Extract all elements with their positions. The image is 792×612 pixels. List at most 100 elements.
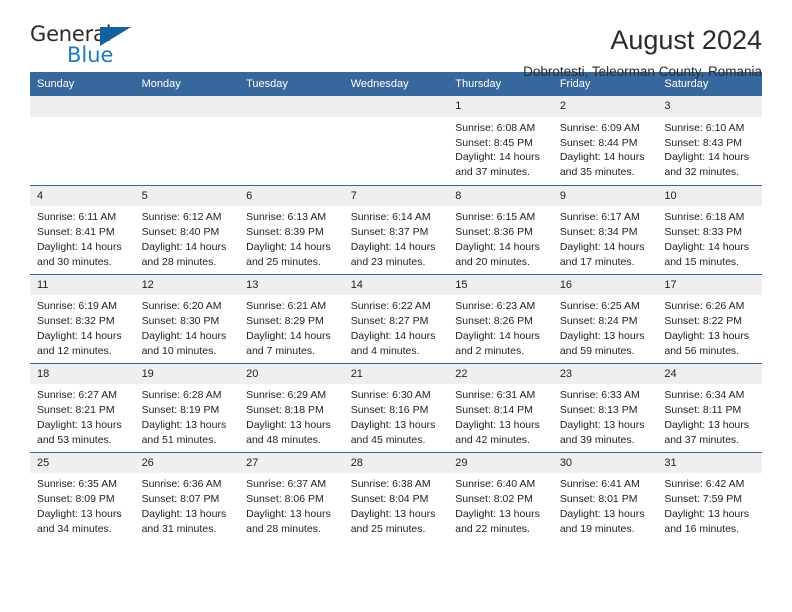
calendar-day-cell[interactable]: 7 Sunrise: 6:14 AM Sunset: 8:37 PM Daylight…: [343, 184, 449, 274]
calendar-day-cell[interactable]: 10 Sunrise: 6:18 AM Sunset: 8:33 PM Dayligh…: [657, 184, 762, 274]
calendar-day-cell[interactable]: 25 Sunrise: 6:35 AM Sunset: 8:09 PM Dayligh…: [30, 451, 135, 541]
daylight-text-line2: and 4 minutes.: [350, 344, 420, 357]
calendar-page: General Blue August 2024 Dobrotesti, Tel…: [0, 0, 792, 612]
calendar-day-cell[interactable]: 4 Sunrise: 6:11 AM Sunset: 8:41 PM Daylight…: [30, 184, 135, 274]
calendar-day-cell[interactable]: 12 Sunrise: 6:20 AM Sunset: 8:30 PM Dayligh…: [134, 273, 240, 363]
sunset-text: Sunset: 8:44 PM: [559, 136, 638, 149]
daylight-text-line1: Daylight: 13 hours: [350, 418, 436, 431]
calendar-day-cell[interactable]: 28 Sunrise: 6:38 AM Sunset: 8:04 PM Dayligh…: [343, 451, 449, 541]
sunrise-text: Sunrise: 6:26 AM: [664, 300, 745, 313]
calendar-day-cell[interactable]: 31 Sunrise: 6:42 AM Sunset: 7:59 PM Dayligh…: [657, 451, 762, 541]
calendar-day-cell[interactable]: [134, 96, 240, 185]
calendar-day-cell[interactable]: 20 Sunrise: 6:29 AM Sunset: 8:18 PM Dayligh…: [239, 362, 344, 452]
sunrise-text: Sunrise: 6:37 AM: [246, 478, 327, 491]
sunrise-text: Sunrise: 6:40 AM: [455, 478, 536, 491]
day-details: Sunrise: 6:26 AM Sunset: 8:22 PM Daylight:…: [657, 295, 762, 359]
daylight-text-line1: Daylight: 14 hours: [559, 240, 645, 253]
calendar-day-cell[interactable]: 2 Sunrise: 6:09 AM Sunset: 8:44 PM Daylight…: [552, 96, 658, 185]
sunset-text: Sunset: 8:32 PM: [37, 315, 115, 328]
day-details: Sunrise: 6:20 AM Sunset: 8:30 PM Daylight:…: [135, 295, 240, 359]
day-details: Sunrise: 6:10 AM Sunset: 8:43 PM Daylight:…: [657, 117, 762, 181]
calendar-day-cell[interactable]: 15 Sunrise: 6:23 AM Sunset: 8:26 PM Dayligh…: [448, 273, 553, 363]
day-details: Sunrise: 6:36 AM Sunset: 8:07 PM Daylight:…: [135, 473, 240, 537]
weekday-header-wednesday: Wednesday: [343, 72, 449, 96]
sunrise-text: Sunrise: 6:15 AM: [455, 211, 536, 224]
sunrise-text: Sunrise: 6:42 AM: [664, 478, 745, 491]
calendar-day-cell[interactable]: 3 Sunrise: 6:10 AM Sunset: 8:43 PM Daylight…: [657, 96, 762, 185]
calendar-day-cell[interactable]: 26 Sunrise: 6:36 AM Sunset: 8:07 PM Dayligh…: [134, 451, 240, 541]
daylight-text-line1: Daylight: 14 hours: [141, 329, 227, 342]
calendar-day-cell[interactable]: 18 Sunrise: 6:27 AM Sunset: 8:21 PM Dayligh…: [30, 362, 135, 452]
day-details: Sunrise: 6:31 AM Sunset: 8:14 PM Daylight:…: [448, 384, 553, 448]
calendar-day-cell[interactable]: 29 Sunrise: 6:40 AM Sunset: 8:02 PM Dayligh…: [448, 451, 553, 541]
daylight-text-line1: Daylight: 13 hours: [141, 507, 227, 520]
sunrise-text: Sunrise: 6:22 AM: [350, 300, 431, 313]
day-number: 28: [343, 452, 449, 474]
calendar-day-cell[interactable]: 11 Sunrise: 6:19 AM Sunset: 8:32 PM Dayligh…: [30, 273, 135, 363]
day-details: Sunrise: 6:22 AM Sunset: 8:27 PM Daylight:…: [344, 295, 449, 359]
daylight-text-line1: Daylight: 13 hours: [664, 507, 750, 520]
day-details: Sunrise: 6:15 AM Sunset: 8:36 PM Daylight:…: [448, 206, 553, 270]
calendar-day-cell[interactable]: 14 Sunrise: 6:22 AM Sunset: 8:27 PM Dayligh…: [343, 273, 449, 363]
calendar-day-cell[interactable]: 17 Sunrise: 6:26 AM Sunset: 8:22 PM Dayligh…: [657, 273, 762, 363]
calendar-day-cell[interactable]: 19 Sunrise: 6:28 AM Sunset: 8:19 PM Dayligh…: [134, 362, 240, 452]
sunrise-text: Sunrise: 6:19 AM: [37, 300, 117, 313]
day-details: Sunrise: 6:29 AM Sunset: 8:18 PM Daylight:…: [239, 384, 344, 448]
day-number: 10: [657, 185, 762, 207]
calendar-day-cell[interactable]: 8 Sunrise: 6:15 AM Sunset: 8:36 PM Daylight…: [448, 184, 553, 274]
calendar-day-cell[interactable]: 27 Sunrise: 6:37 AM Sunset: 8:06 PM Dayligh…: [239, 451, 344, 541]
daylight-text-line1: Daylight: 14 hours: [664, 240, 750, 253]
daylight-text-line2: and 10 minutes.: [141, 344, 217, 357]
sunset-text: Sunset: 8:07 PM: [141, 493, 220, 506]
calendar-day-cell[interactable]: 13 Sunrise: 6:21 AM Sunset: 8:29 PM Dayligh…: [239, 273, 344, 363]
day-number: 17: [657, 274, 762, 296]
calendar-day-cell[interactable]: 16 Sunrise: 6:25 AM Sunset: 8:24 PM Dayligh…: [552, 273, 658, 363]
daylight-text-line1: Daylight: 13 hours: [559, 418, 645, 431]
sunrise-text: Sunrise: 6:12 AM: [141, 211, 222, 224]
calendar-day-cell[interactable]: 1 Sunrise: 6:08 AM Sunset: 8:45 PM Daylight…: [448, 96, 553, 185]
day-number: 9: [552, 185, 658, 207]
daylight-text-line1: Daylight: 13 hours: [350, 507, 436, 520]
calendar-day-cell[interactable]: 21 Sunrise: 6:30 AM Sunset: 8:16 PM Dayligh…: [343, 362, 449, 452]
calendar-day-cell[interactable]: [239, 96, 344, 185]
calendar-day-cell[interactable]: [30, 96, 135, 185]
calendar-day-cell[interactable]: 30 Sunrise: 6:41 AM Sunset: 8:01 PM Dayligh…: [552, 451, 658, 541]
calendar-day-cell[interactable]: [343, 96, 449, 185]
brand-name-blue: Blue: [67, 43, 114, 67]
daylight-text-line2: and 25 minutes.: [350, 522, 426, 535]
sunset-text: Sunset: 8:40 PM: [141, 226, 220, 239]
sunset-text: Sunset: 8:14 PM: [455, 404, 533, 417]
sunset-text: Sunset: 8:37 PM: [350, 226, 429, 239]
daylight-text-line2: and 22 minutes.: [455, 522, 530, 535]
day-number: [343, 96, 449, 117]
sunrise-text: Sunrise: 6:17 AM: [559, 211, 640, 224]
calendar-day-cell[interactable]: 22 Sunrise: 6:31 AM Sunset: 8:14 PM Dayligh…: [448, 362, 553, 452]
day-details: Sunrise: 6:28 AM Sunset: 8:19 PM Daylight:…: [135, 384, 240, 448]
daylight-text-line1: Daylight: 13 hours: [559, 329, 645, 342]
calendar-day-cell[interactable]: 9 Sunrise: 6:17 AM Sunset: 8:34 PM Daylight…: [552, 184, 658, 274]
sunrise-text: Sunrise: 6:27 AM: [37, 389, 117, 402]
calendar-day-cell[interactable]: 5 Sunrise: 6:12 AM Sunset: 8:40 PM Daylight…: [134, 184, 240, 274]
sunset-text: Sunset: 8:19 PM: [141, 404, 220, 417]
brand-logo[interactable]: General Blue: [30, 24, 150, 70]
daylight-text-line2: and 12 minutes.: [37, 344, 112, 357]
daylight-text-line2: and 19 minutes.: [559, 522, 635, 535]
weekday-header-monday: Monday: [134, 72, 240, 96]
calendar-day-cell[interactable]: 6 Sunrise: 6:13 AM Sunset: 8:39 PM Daylight…: [239, 184, 344, 274]
day-details: Sunrise: 6:42 AM Sunset: 7:59 PM Daylight:…: [657, 473, 762, 537]
day-number: 11: [30, 274, 135, 296]
sunrise-text: Sunrise: 6:14 AM: [350, 211, 431, 224]
sunrise-text: Sunrise: 6:29 AM: [246, 389, 327, 402]
day-number: [134, 96, 240, 117]
daylight-text-line1: Daylight: 14 hours: [246, 329, 331, 342]
day-details: Sunrise: 6:38 AM Sunset: 8:04 PM Daylight:…: [344, 473, 449, 537]
calendar-day-cell[interactable]: 23 Sunrise: 6:33 AM Sunset: 8:13 PM Dayligh…: [552, 362, 658, 452]
daylight-text-line1: Daylight: 13 hours: [664, 418, 750, 431]
sunrise-text: Sunrise: 6:18 AM: [664, 211, 745, 224]
calendar-week-row: 11 Sunrise: 6:19 AM Sunset: 8:32 PM Dayligh…: [30, 273, 762, 363]
calendar-day-cell[interactable]: 24 Sunrise: 6:34 AM Sunset: 8:11 PM Dayligh…: [657, 362, 762, 452]
day-number: 1: [448, 96, 553, 117]
day-number: 7: [343, 185, 449, 207]
daylight-text-line2: and 15 minutes.: [664, 255, 740, 268]
day-number: 13: [239, 274, 344, 296]
